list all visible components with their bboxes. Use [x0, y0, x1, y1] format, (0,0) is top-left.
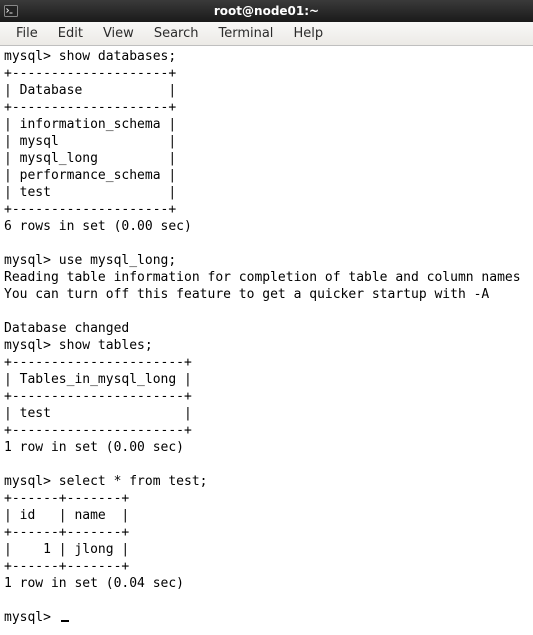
terminal-line: 6 rows in set (0.00 sec)	[4, 218, 529, 235]
terminal-line: +--------------------+	[4, 99, 529, 116]
terminal-line: +--------------------+	[4, 65, 529, 82]
terminal-line: +------+-------+	[4, 490, 529, 507]
terminal-line	[4, 235, 529, 252]
terminal-line: | performance_schema |	[4, 167, 529, 184]
terminal-line: +----------------------+	[4, 388, 529, 405]
terminal-line: +--------------------+	[4, 201, 529, 218]
terminal-line: | test |	[4, 405, 529, 422]
terminal-line: | id | name |	[4, 507, 529, 524]
menu-help[interactable]: Help	[283, 24, 333, 43]
terminal-line: mysql>	[4, 609, 529, 626]
terminal-line: mysql> select * from test;	[4, 473, 529, 490]
terminal-line: | Database |	[4, 82, 529, 99]
terminal-line: You can turn off this feature to get a q…	[4, 286, 529, 303]
terminal-line: Reading table information for completion…	[4, 269, 529, 286]
terminal-line: Database changed	[4, 320, 529, 337]
cursor	[61, 620, 69, 622]
terminal-line: | information_schema |	[4, 116, 529, 133]
window-titlebar: root@node01:~	[0, 0, 533, 22]
terminal-line: 1 row in set (0.04 sec)	[4, 575, 529, 592]
terminal-line: | test |	[4, 184, 529, 201]
terminal-line: | mysql_long |	[4, 150, 529, 167]
menu-view[interactable]: View	[93, 24, 144, 43]
terminal-line	[4, 456, 529, 473]
window-title: root@node01:~	[24, 4, 509, 18]
menu-file[interactable]: File	[6, 24, 48, 43]
terminal-line: mysql> use mysql_long;	[4, 252, 529, 269]
terminal-line: +------+-------+	[4, 524, 529, 541]
terminal-line	[4, 303, 529, 320]
terminal-line: 1 row in set (0.00 sec)	[4, 439, 529, 456]
terminal-output[interactable]: mysql> show databases;+-----------------…	[0, 46, 533, 628]
terminal-line: mysql> show databases;	[4, 48, 529, 65]
terminal-line: +----------------------+	[4, 422, 529, 439]
terminal-line: | Tables_in_mysql_long |	[4, 371, 529, 388]
terminal-line: | 1 | jlong |	[4, 541, 529, 558]
menu-terminal[interactable]: Terminal	[208, 24, 283, 43]
menu-edit[interactable]: Edit	[48, 24, 93, 43]
menu-search[interactable]: Search	[144, 24, 209, 43]
menubar: File Edit View Search Terminal Help	[0, 22, 533, 46]
terminal-line: mysql> show tables;	[4, 337, 529, 354]
terminal-line	[4, 592, 529, 609]
terminal-line: | mysql |	[4, 133, 529, 150]
terminal-line: +----------------------+	[4, 354, 529, 371]
terminal-icon	[4, 4, 18, 18]
terminal-line: +------+-------+	[4, 558, 529, 575]
